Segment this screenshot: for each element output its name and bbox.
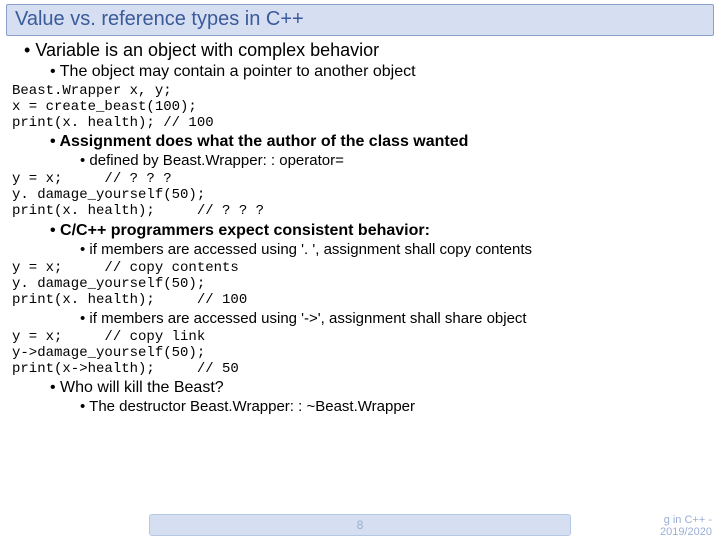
bullet-l3: The destructor Beast.Wrapper: : ~Beast.W… (80, 398, 714, 415)
bullet-l3: if members are accessed using '. ', assi… (80, 241, 714, 258)
page-number: 8 (357, 518, 364, 532)
footer-right-line2: 2019/2020 (660, 526, 712, 538)
slide-body: Variable is an object with complex behav… (0, 40, 720, 415)
code-block-4: y = x; // copy link y->damage_yourself(5… (12, 329, 714, 377)
bullet-l2-bold: Assignment does what the author of the c… (50, 133, 714, 151)
code-block-3: y = x; // copy contents y. damage_yourse… (12, 260, 714, 308)
bullet-l3: if members are accessed using '->', assi… (80, 310, 714, 327)
bullet-l3: defined by Beast.Wrapper: : operator= (80, 152, 714, 169)
code-block-1: Beast.Wrapper x, y; x = create_beast(100… (12, 83, 714, 131)
bullet-l1: Variable is an object with complex behav… (24, 40, 714, 61)
slide-title: Value vs. reference types in C++ (6, 4, 714, 36)
bullet-l2-bold: C/C++ programmers expect consistent beha… (50, 222, 714, 240)
page-number-pill: 8 (149, 514, 571, 536)
slide: Value vs. reference types in C++ Variabl… (0, 4, 720, 540)
footer-right: g in C++ - 2019/2020 (660, 514, 712, 538)
footer: 8 (0, 514, 720, 536)
footer-right-line1: g in C++ - (660, 514, 712, 526)
bullet-l2: The object may contain a pointer to anot… (50, 63, 714, 81)
bullet-l2: Who will kill the Beast? (50, 379, 714, 397)
code-block-2: y = x; // ? ? ? y. damage_yourself(50); … (12, 171, 714, 219)
